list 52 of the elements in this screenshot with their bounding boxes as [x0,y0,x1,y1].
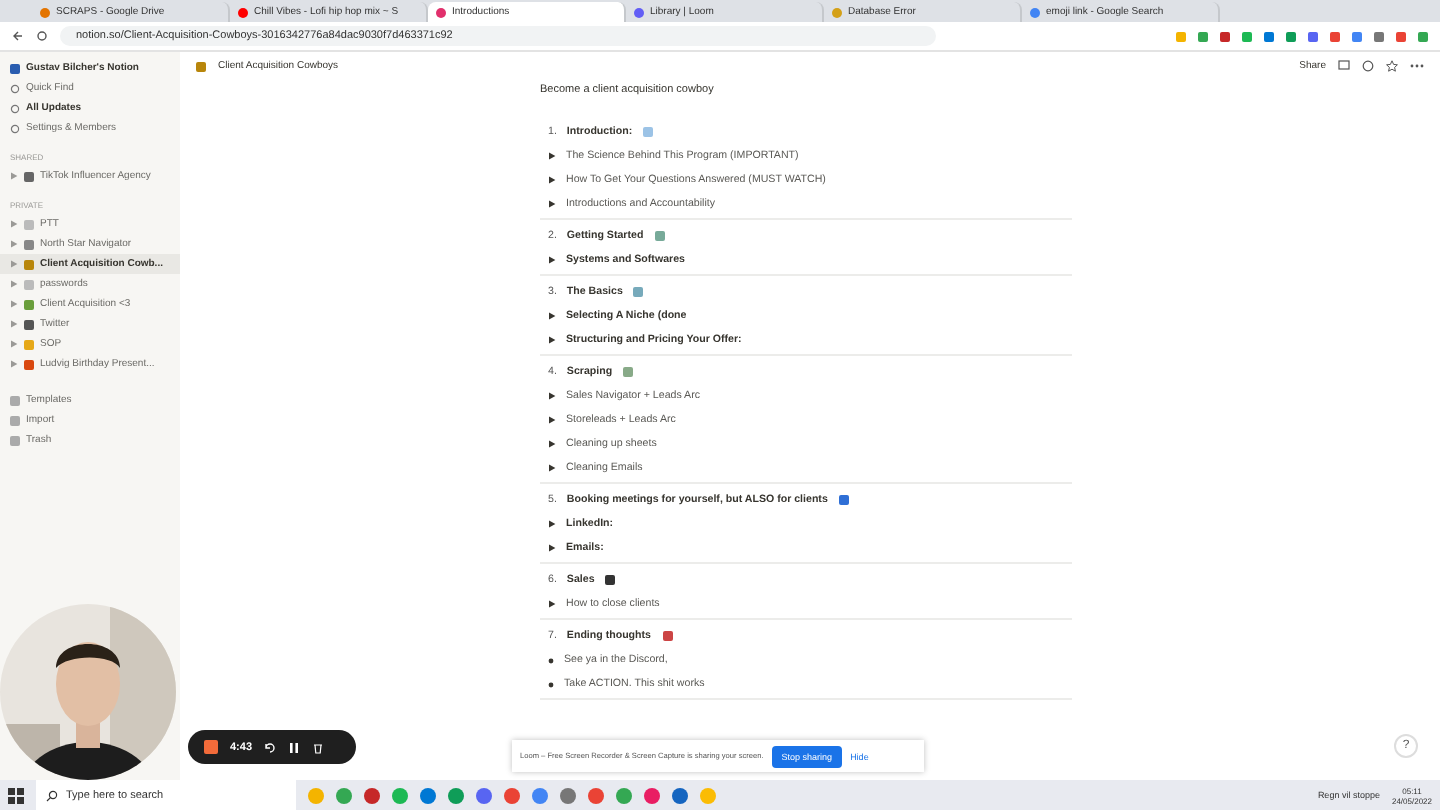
toggle-icon[interactable] [548,520,556,528]
toggle-icon[interactable] [548,200,556,208]
expand-icon[interactable] [10,320,18,328]
site-icon [1030,7,1040,17]
toggle-icon[interactable] [548,392,556,400]
site-icon [238,7,248,17]
toggle-icon[interactable] [548,312,556,320]
extension-icon[interactable] [1330,31,1340,41]
extension-icon[interactable] [1352,31,1362,41]
extension-icon[interactable] [1220,31,1230,41]
toggle-icon[interactable] [548,152,556,160]
back-icon[interactable] [12,30,24,42]
bullet-icon [548,681,554,687]
windows-icon[interactable] [8,787,24,803]
extension-icon[interactable] [1242,31,1252,41]
toggle-icon[interactable] [548,416,556,424]
toggle-icon[interactable] [548,336,556,344]
toggle-icon[interactable] [548,544,556,552]
undo-icon[interactable] [264,741,277,753]
pause-icon[interactable] [288,741,301,753]
toggle-icon[interactable] [548,464,556,472]
toggle-icon[interactable] [548,600,556,608]
extension-icon[interactable] [1286,31,1296,41]
expand-icon[interactable] [10,340,18,348]
toggle-icon[interactable] [548,440,556,448]
page-icon [196,61,206,71]
extension-icon[interactable] [1418,31,1428,41]
extension-icon[interactable] [1396,31,1406,41]
site-icon [634,7,644,17]
toggle-icon[interactable] [548,256,556,264]
extension-icon[interactable] [1264,31,1274,41]
site-icon [436,7,446,17]
workspace-icon [10,63,20,73]
expand-icon[interactable] [10,280,18,288]
toggle-icon[interactable] [548,176,556,184]
extension-icon[interactable] [1198,31,1208,41]
expand-icon[interactable] [10,300,18,308]
star-icon[interactable] [1386,60,1398,72]
trash-icon[interactable] [312,741,325,753]
comment-icon[interactable] [1338,60,1350,72]
expand-icon[interactable] [10,172,18,180]
site-icon [832,7,842,17]
expand-icon[interactable] [10,240,18,248]
bullet-icon [548,657,554,663]
expand-icon[interactable] [10,260,18,268]
expand-icon[interactable] [10,220,18,228]
expand-icon[interactable] [10,360,18,368]
site-icon [40,7,50,17]
extension-icon[interactable] [1308,31,1318,41]
extension-icon[interactable] [1374,31,1384,41]
search-icon [46,789,58,801]
page-icon [24,171,34,181]
